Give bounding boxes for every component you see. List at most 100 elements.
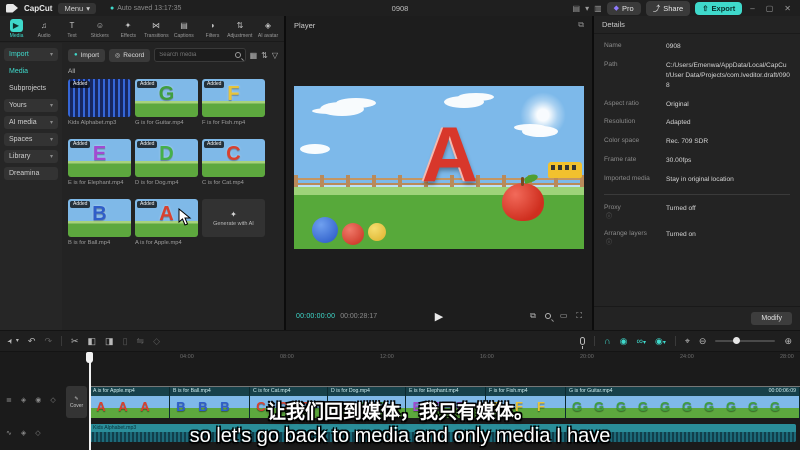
voiceover-mic-icon[interactable] <box>580 337 586 349</box>
sidebar-item-subprojects[interactable]: Subprojects <box>4 82 58 95</box>
sidebar-item-ai-media[interactable]: AI media ▾ <box>4 116 58 129</box>
zoom-in-icon[interactable]: ⊕ <box>784 336 792 346</box>
video-thumbnail[interactable]: B Added <box>68 199 131 237</box>
tab-captions[interactable]: ▤ Captions <box>170 19 198 39</box>
audio-thumbnail[interactable]: Added <box>68 79 131 117</box>
timeline-clip-c[interactable]: C is for Cat.mp4 C C C <box>250 387 328 418</box>
tab-effects[interactable]: ✦ Effects <box>114 19 142 39</box>
video-thumbnail[interactable]: G Added <box>135 79 198 117</box>
preview-axis-icon[interactable]: ⌖ <box>685 336 690 346</box>
record-button[interactable]: ◎ Record <box>109 48 151 62</box>
sidebar-item-library[interactable]: Library ▾ <box>4 150 58 163</box>
compare-frame-icon[interactable]: ⧉ <box>530 311 536 321</box>
playhead[interactable] <box>89 352 91 450</box>
track-reorder-icon[interactable]: ≣ <box>6 396 12 404</box>
media-item[interactable]: D Added D is for Dog.mp4 <box>135 139 198 186</box>
delete-right-icon[interactable]: ◨ <box>105 336 114 346</box>
timeline-clip-a[interactable]: A is for Apple.mp4 A A A <box>90 387 170 418</box>
share-button[interactable]: ⤴ Share <box>645 0 691 16</box>
generate-with-ai-card[interactable]: ✦ Generate with AI <box>202 199 265 237</box>
keyframe-icon[interactable]: ◇ <box>153 336 160 346</box>
timeline-ruler[interactable]: 04:00 08:00 12:00 16:00 20:00 24:00 28:00 <box>90 352 800 364</box>
video-preview[interactable]: A <box>294 85 584 249</box>
sidebar-item-spaces[interactable]: Spaces ▾ <box>4 133 58 146</box>
video-thumbnail[interactable]: D Added <box>135 139 198 177</box>
tab-audio[interactable]: ♫ Audio <box>30 19 58 39</box>
video-track-hide-icon[interactable]: ◉ <box>35 396 41 404</box>
timeline-zoom-slider[interactable] <box>715 337 776 344</box>
tab-media[interactable]: ▶ Media <box>2 18 30 39</box>
sidebar-item-media[interactable]: Media <box>4 65 58 78</box>
video-thumbnail[interactable]: E Added <box>68 139 131 177</box>
delete-icon[interactable]: ▯ <box>123 336 128 346</box>
export-button[interactable]: ⇧ Export <box>695 1 743 15</box>
tab-ai-avatar[interactable]: ◈ AI avatar <box>254 19 282 39</box>
import-button[interactable]: ● Import <box>68 48 106 62</box>
audio-track-mute-icon[interactable]: ◇ <box>35 429 40 437</box>
details-label: Name <box>604 42 622 49</box>
window-maximize-button[interactable]: ▢ <box>763 4 777 13</box>
timeline-clip-e[interactable]: E is for Elephant.mp4 E E E <box>406 387 486 418</box>
zoom-slider-knob[interactable] <box>733 337 741 344</box>
split-icon[interactable]: ✂ <box>71 336 79 346</box>
tab-label: Audio <box>37 32 51 39</box>
audio-track-icon[interactable]: ∿ <box>6 429 12 437</box>
timeline-clip-g[interactable]: G is for Guitar.mp4 00:00:06:09 G G G G G G G G G G <box>566 387 800 418</box>
timeline-clip-f[interactable]: F is for Fish.mp4 F F F <box>486 387 566 418</box>
redo-icon[interactable]: ↷ <box>44 336 52 346</box>
linking-icon[interactable]: ◉ <box>620 336 628 346</box>
view-mode-icon[interactable]: ▦ <box>250 51 258 60</box>
video-track-mute-icon[interactable]: ◇ <box>50 396 55 404</box>
sidebar-item-dreamina[interactable]: Dreamina <box>4 167 58 180</box>
tab-stickers[interactable]: ☺ Stickers <box>86 19 114 39</box>
sidebar-item-import[interactable]: Import ▾ <box>4 48 58 61</box>
search-box[interactable] <box>154 48 246 62</box>
tab-adjustment[interactable]: ⇅ Adjustment <box>226 19 254 39</box>
play-button[interactable]: ▶ <box>435 310 443 323</box>
media-item[interactable]: E Added E is for Elephant.mp4 <box>68 139 131 186</box>
search-input[interactable] <box>159 52 232 58</box>
undo-icon[interactable]: ↶ <box>28 336 36 346</box>
player-expand-icon[interactable]: ⧉ <box>578 20 584 30</box>
menu-button[interactable]: Menu ▾ <box>58 2 96 14</box>
audio-clip[interactable]: Kids Alphabet.mp3 <box>90 424 796 442</box>
video-thumbnail[interactable]: F Added <box>202 79 265 117</box>
details-toggle-row[interactable]: Arrange layers ⓘ Turned on <box>604 230 790 246</box>
fullscreen-icon[interactable]: ⛶ <box>576 311 582 321</box>
pro-button[interactable]: ◆ Pro <box>606 1 641 15</box>
video-thumbnail[interactable]: C Added <box>202 139 265 177</box>
video-track-lock-icon[interactable]: ◈ <box>21 396 26 404</box>
layout-caret-icon[interactable]: ▾ <box>585 4 589 13</box>
delete-left-icon[interactable]: ◧ <box>88 336 97 346</box>
zoom-out-icon[interactable]: ⊖ <box>699 336 707 346</box>
ratio-icon[interactable]: ▭ <box>560 311 568 321</box>
timeline-clip-d[interactable]: D is for Dog.mp4 D D D <box>328 387 406 418</box>
media-item[interactable]: Added Kids Alphabet.mp3 <box>68 79 131 126</box>
timeline-clip-b[interactable]: B is for Ball.mp4 B B B <box>170 387 250 418</box>
tab-transitions[interactable]: ⋈ Transitions <box>142 19 170 39</box>
layout-toggle-a-icon[interactable]: ▤ <box>573 4 581 13</box>
select-tool-caret-icon[interactable]: ▾ <box>16 338 19 344</box>
audio-track-lock-icon[interactable]: ◈ <box>21 429 26 437</box>
snap-icon[interactable]: ∩ <box>604 336 610 346</box>
layout-toggle-b-icon[interactable]: ▥ <box>594 4 602 13</box>
preview-zoom-icon[interactable] <box>544 313 551 319</box>
tab-filters[interactable]: ◑ Filters <box>198 19 226 39</box>
details-toggle-row[interactable]: Proxy ⓘ Turned off <box>604 204 790 220</box>
window-close-button[interactable]: ✕ <box>781 4 794 13</box>
window-minimize-button[interactable]: – <box>747 4 757 13</box>
sidebar-item-yours[interactable]: Yours ▾ <box>4 99 58 112</box>
mirror-icon[interactable]: ⇋ <box>137 336 145 346</box>
select-tool-icon[interactable]: ➤ <box>6 337 15 346</box>
track-options-icon[interactable]: ◉▾ <box>655 336 666 346</box>
media-item[interactable]: G Added G is for Guitar.mp4 <box>135 79 198 126</box>
media-item[interactable]: C Added C is for Cat.mp4 <box>202 139 265 186</box>
media-item[interactable]: F Added F is for Fish.mp4 <box>202 79 265 126</box>
preview-axis-toggle-icon[interactable]: ∞▾ <box>637 336 646 346</box>
filter-icon[interactable]: ▽ <box>272 51 278 60</box>
cover-button[interactable]: ✎ Cover <box>66 386 87 418</box>
tab-text[interactable]: T Text <box>58 19 86 39</box>
sort-icon[interactable]: ⇅ <box>261 51 268 60</box>
modify-button[interactable]: Modify <box>751 312 792 325</box>
media-item[interactable]: B Added B is for Ball.mp4 <box>68 199 131 246</box>
